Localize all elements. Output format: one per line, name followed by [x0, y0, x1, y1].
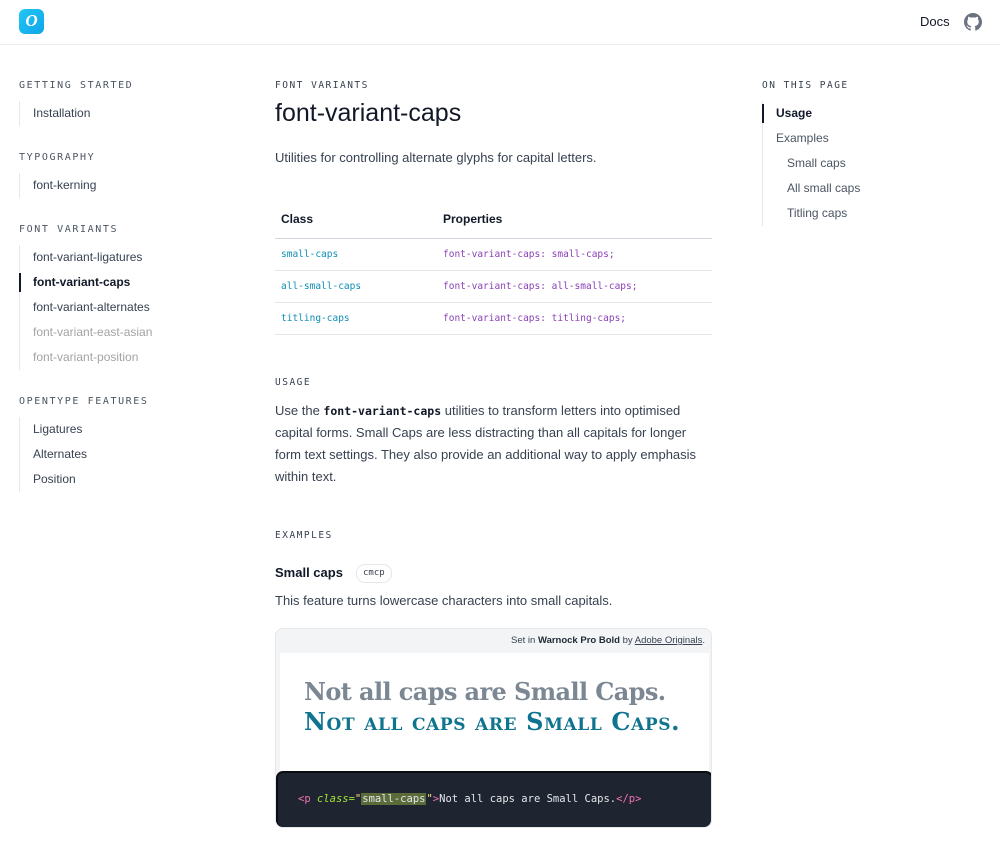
table-header-properties: Properties: [437, 200, 712, 239]
table-header-class: Class: [275, 200, 437, 239]
sidebar-section-title: OPENTYPE FEATURES: [19, 396, 149, 407]
usage-text-before: Use the: [275, 403, 324, 418]
table-row: titling-caps font-variant-caps: titling-…: [275, 302, 712, 335]
toc-item-small-caps[interactable]: Small caps: [763, 151, 860, 176]
page-lead: Utilities for controlling alternate glyp…: [275, 150, 597, 165]
top-navbar: O Docs: [0, 0, 1000, 45]
example-title: Small caps: [275, 565, 343, 580]
table-cell-class: small-caps: [275, 238, 437, 271]
sidebar-item-font-variant-east-asian[interactable]: font-variant-east-asian: [20, 320, 152, 345]
feature-tag-badge: cmcp: [356, 564, 392, 583]
usage-paragraph: Use the font-variant-caps utilities to t…: [275, 400, 715, 488]
toc-item-all-small-caps[interactable]: All small caps: [763, 176, 860, 201]
sidebar-item-alternates[interactable]: Alternates: [20, 442, 87, 467]
toc-item-examples[interactable]: Examples: [763, 126, 860, 151]
table-cell-class: titling-caps: [275, 302, 437, 335]
sidebar-section-title: FONT VARIANTS: [19, 224, 119, 235]
credit-foundry-link[interactable]: Adobe Originals: [635, 635, 703, 646]
credit-by: by: [619, 635, 635, 646]
code-text: Not all caps are Small Caps.: [439, 793, 617, 805]
code-line: <p class="small-caps">Not all caps are S…: [298, 793, 641, 805]
class-properties-table: Class Properties small-caps font-variant…: [275, 200, 712, 335]
code-attr: class=: [310, 793, 355, 805]
logo[interactable]: O: [19, 9, 44, 34]
sidebar-group-font-variants: font-variant-ligatures font-variant-caps…: [18, 245, 152, 370]
page-eyebrow: FONT VARIANTS: [275, 80, 369, 91]
credit-prefix: Set in: [511, 635, 538, 646]
table-row: small-caps font-variant-caps: small-caps…: [275, 238, 712, 271]
code-close-tag: </p>: [616, 793, 642, 805]
sidebar-item-font-variant-position[interactable]: font-variant-position: [20, 345, 152, 370]
sidebar-item-font-variant-ligatures[interactable]: font-variant-ligatures: [20, 245, 152, 270]
sidebar-group-opentype-features: Ligatures Alternates Position: [19, 417, 87, 492]
sidebar-item-installation[interactable]: Installation: [20, 101, 90, 126]
toc-heading: ON THIS PAGE: [762, 80, 849, 91]
sidebar-section-title: GETTING STARTED: [19, 80, 134, 91]
sidebar-item-font-kerning[interactable]: font-kerning: [20, 173, 96, 198]
page-title: font-variant-caps: [275, 99, 462, 127]
docs-link[interactable]: Docs: [920, 14, 950, 29]
logo-glyph: O: [25, 11, 38, 30]
specimen-preview: Not all caps are Small Caps. Not all cap…: [280, 653, 709, 771]
table-row: all-small-caps font-variant-caps: all-sm…: [275, 270, 712, 303]
code-class-value: small-caps: [361, 793, 427, 805]
credit-font-name: Warnock Pro Bold: [537, 635, 620, 646]
toc-item-titling-caps[interactable]: Titling caps: [763, 201, 860, 226]
sidebar-group-getting-started: Installation: [19, 101, 90, 126]
sidebar-item-font-variant-caps[interactable]: font-variant-caps: [18, 270, 152, 295]
toc-item-usage[interactable]: Usage: [761, 101, 860, 126]
specimen-small-caps: Not all caps are Small Caps.: [304, 707, 681, 736]
sidebar-item-font-variant-alternates[interactable]: font-variant-alternates: [20, 295, 152, 320]
example-demo-box: Set in Warnock Pro Bold by Adobe Origina…: [275, 628, 712, 828]
examples-heading: EXAMPLES: [275, 530, 333, 541]
table-cell-class: all-small-caps: [275, 270, 437, 303]
github-icon[interactable]: [964, 13, 982, 31]
table-header-row: Class Properties: [275, 200, 712, 239]
sidebar-item-position[interactable]: Position: [20, 467, 87, 492]
specimen-plain: Not all caps are Small Caps.: [304, 677, 666, 706]
table-cell-property: font-variant-caps: all-small-caps;: [437, 270, 712, 303]
table-cell-property: font-variant-caps: small-caps;: [437, 238, 712, 271]
toc-list: Usage Examples Small caps All small caps…: [761, 101, 860, 226]
example-description: This feature turns lowercase characters …: [275, 593, 613, 608]
font-credit: Set in Warnock Pro Bold by Adobe Origina…: [511, 635, 705, 646]
sidebar-item-ligatures[interactable]: Ligatures: [20, 417, 87, 442]
code-open-tag: <p: [298, 793, 311, 805]
sidebar-group-typography: font-kerning: [19, 173, 96, 198]
credit-suffix: .: [702, 635, 705, 646]
usage-inline-code: font-variant-caps: [323, 404, 442, 418]
code-block: <p class="small-caps">Not all caps are S…: [276, 771, 711, 827]
sidebar-section-title: TYPOGRAPHY: [19, 152, 96, 163]
table-cell-property: font-variant-caps: titling-caps;: [437, 302, 712, 335]
usage-heading: USAGE: [275, 377, 312, 388]
